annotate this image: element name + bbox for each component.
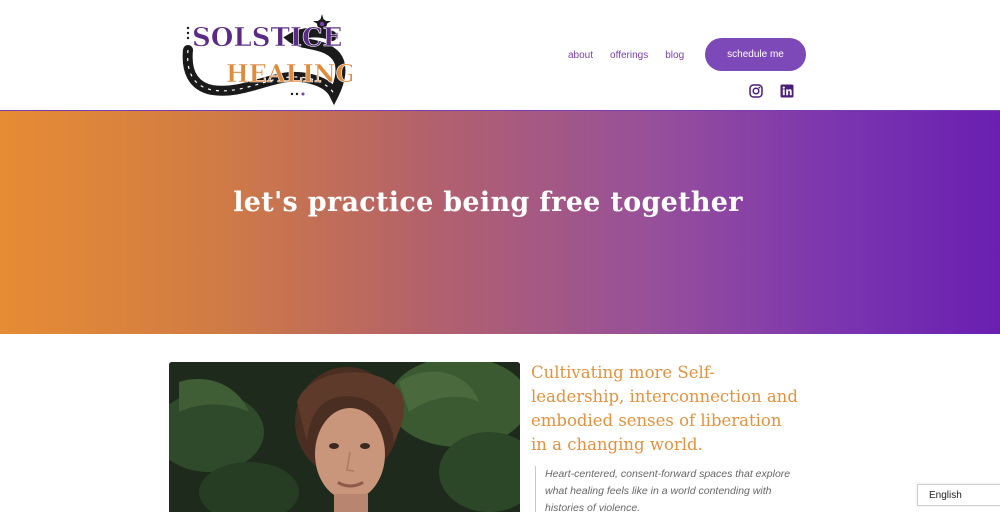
logo-text-line2: HEALING [226,59,352,88]
language-selector[interactable]: English [917,484,1000,506]
linkedin-icon[interactable] [780,84,794,98]
schedule-me-button[interactable]: schedule me [705,38,806,71]
nav-link-about[interactable]: about [568,50,593,61]
portrait-photo [169,362,520,512]
social-links [749,84,794,98]
main-nav: about offerings blog [568,50,701,61]
site-logo[interactable]: SOLSTICE HEALING [182,12,352,106]
hero-banner: let's practice being free together [0,110,1000,334]
intro-quote: Heart-centered, consent-forward spaces t… [535,466,800,512]
site-header: SOLSTICE HEALING about offerings blog sc… [0,0,1000,110]
nav-link-offerings[interactable]: offerings [610,50,648,61]
hero-title: let's practice being free together [233,187,743,218]
nav-link-blog[interactable]: blog [665,50,684,61]
logo-text-line1: SOLSTICE [192,23,343,53]
tagline-heading: Cultivating more Self-leadership, interc… [531,363,798,454]
instagram-icon[interactable] [749,84,763,98]
